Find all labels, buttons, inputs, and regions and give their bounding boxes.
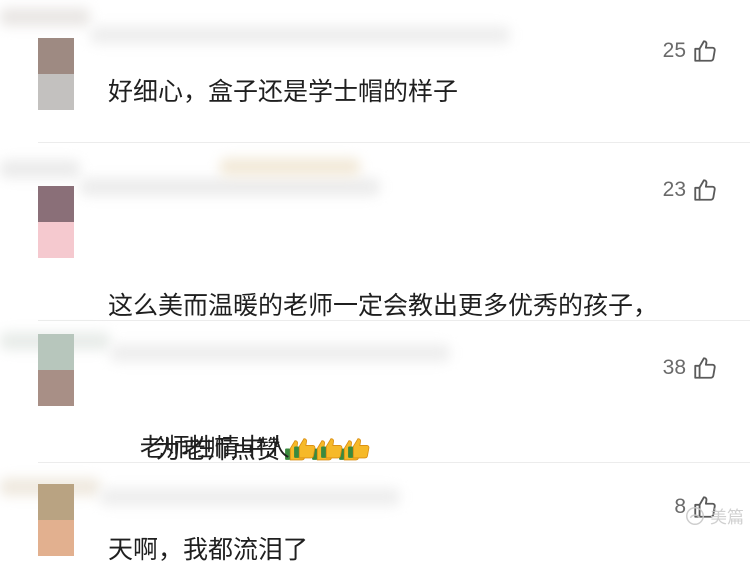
username-blurred	[100, 488, 400, 506]
like-count: 25	[662, 39, 686, 62]
avatar-block	[38, 484, 74, 520]
divider	[38, 320, 750, 321]
comment-text-line: 这么美而温暖的老师一定会教出更多优秀的孩子，	[108, 291, 659, 320]
divider	[38, 462, 750, 463]
avatar-block	[38, 222, 74, 258]
thumbs-up-emoji-icon	[320, 438, 343, 459]
avatar-block	[38, 334, 74, 370]
avatar[interactable]	[38, 186, 74, 258]
comment-item: 23 这么美而温暖的老师一定会教出更多优秀的孩子， 为老师点赞	[0, 150, 750, 464]
comment-item: 38 老师性情中人	[0, 322, 750, 462]
meipian-logo-icon	[686, 506, 704, 525]
like-button[interactable]: 25	[663, 38, 718, 64]
username-blurred	[0, 8, 90, 26]
username-blurred	[220, 158, 360, 176]
username-blurred	[110, 344, 450, 362]
thumbs-up-icon	[694, 357, 716, 379]
comment-text-line: 老师性情中人	[139, 433, 290, 462]
avatar[interactable]	[38, 38, 74, 110]
comment-text: 好细心，盒子还是学士帽的样子	[108, 77, 459, 106]
divider	[38, 142, 750, 143]
comment-item: 8 天啊，我都流泪了	[0, 464, 750, 588]
thumbs-up-icon	[694, 40, 716, 62]
avatar[interactable]	[38, 484, 74, 556]
avatar[interactable]	[38, 334, 74, 406]
thumbs-up-icon	[694, 179, 716, 201]
like-button[interactable]: 23	[663, 177, 718, 203]
watermark: 美篇	[684, 503, 744, 528]
avatar-block	[38, 520, 74, 556]
avatar-block	[38, 74, 74, 110]
like-count: 23	[662, 178, 686, 201]
avatar-block	[38, 186, 74, 222]
like-button[interactable]: 38	[663, 355, 718, 381]
username-blurred	[90, 26, 510, 44]
username-blurred	[0, 160, 80, 178]
like-count: 38	[662, 356, 686, 379]
thumbs-up-emoji-icon	[347, 438, 370, 459]
thumbs-up-emoji-icon	[293, 438, 316, 459]
comment-text: 天啊，我都流泪了	[108, 535, 309, 564]
watermark-text: 美篇	[710, 508, 744, 528]
avatar-block	[38, 370, 74, 406]
avatar-block	[38, 38, 74, 74]
comment-item: 25 好细心，盒子还是学士帽的样子	[0, 0, 750, 130]
username-blurred	[80, 178, 380, 196]
